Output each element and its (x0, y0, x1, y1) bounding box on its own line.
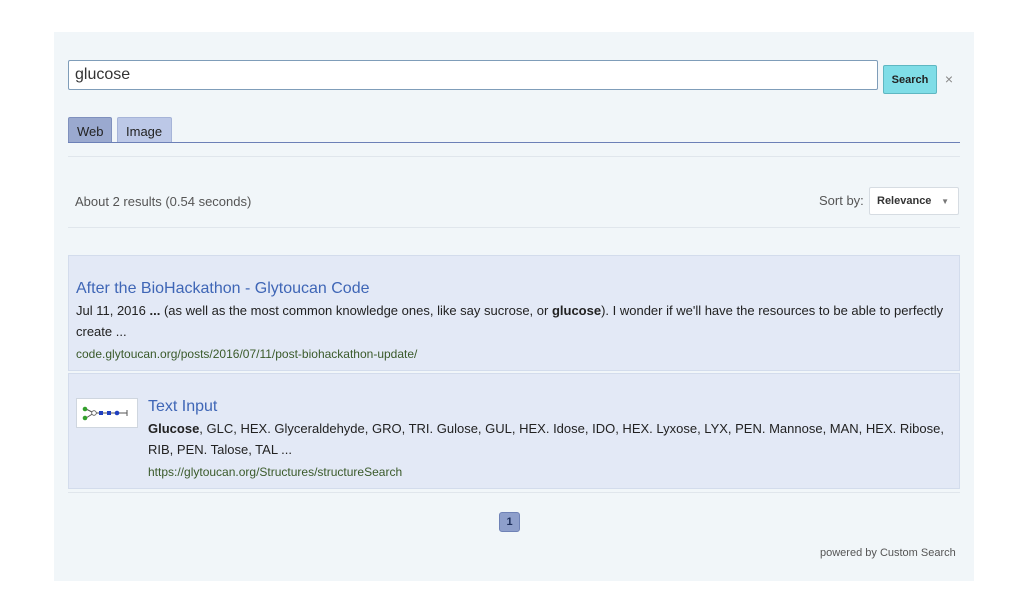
result-title-link[interactable]: Text Input (148, 398, 217, 416)
tab-image[interactable]: Image (117, 117, 172, 142)
divider (68, 156, 960, 157)
tab-divider (68, 142, 960, 143)
result-item: Text Input Glucose, GLC, HEX. Glyceralde… (68, 373, 960, 489)
snippet-line: create ... (76, 324, 127, 339)
search-input[interactable] (68, 60, 878, 90)
sort-label: Sort by: (819, 193, 864, 208)
search-button[interactable]: Search (883, 65, 937, 94)
search-panel: Search × Web Image About 2 results (0.54… (54, 32, 974, 581)
divider (68, 227, 960, 228)
custom-search-link[interactable]: Custom Search (880, 547, 956, 559)
page-1-button[interactable]: 1 (499, 512, 520, 532)
result-snippet: Jul 11, 2016 ... (as well as the most co… (76, 300, 951, 342)
chevron-down-icon: ▼ (941, 197, 949, 206)
divider (68, 492, 960, 493)
snippet-line: Jul 11, 2016 ... (as well as the most co… (76, 303, 944, 318)
results-info: About 2 results (0.54 seconds) (75, 194, 252, 209)
result-url: https://glytoucan.org/Structures/structu… (148, 465, 403, 479)
result-title-link[interactable]: After the BioHackathon - Glytoucan Code (76, 280, 370, 298)
result-snippet: Glucose, GLC, HEX. Glyceraldehyde, GRO, … (148, 418, 953, 460)
sort-value: Relevance (877, 195, 932, 207)
glycan-structure-icon (82, 406, 128, 421)
result-thumbnail[interactable] (76, 398, 138, 428)
tab-web[interactable]: Web (68, 117, 112, 142)
sort-select[interactable]: Relevance ▼ (869, 187, 959, 215)
result-item: After the BioHackathon - Glytoucan Code … (68, 255, 960, 371)
snippet-line: Glucose, GLC, HEX. Glyceraldehyde, GRO, … (148, 421, 944, 436)
powered-by-text: powered by (820, 547, 877, 559)
clear-icon[interactable]: × (942, 70, 956, 88)
powered-by: powered by Custom Search (820, 547, 956, 559)
result-url: code.glytoucan.org/posts/2016/07/11/post… (76, 347, 418, 361)
snippet-line: RIB, PEN. Talose, TAL ... (148, 442, 293, 457)
